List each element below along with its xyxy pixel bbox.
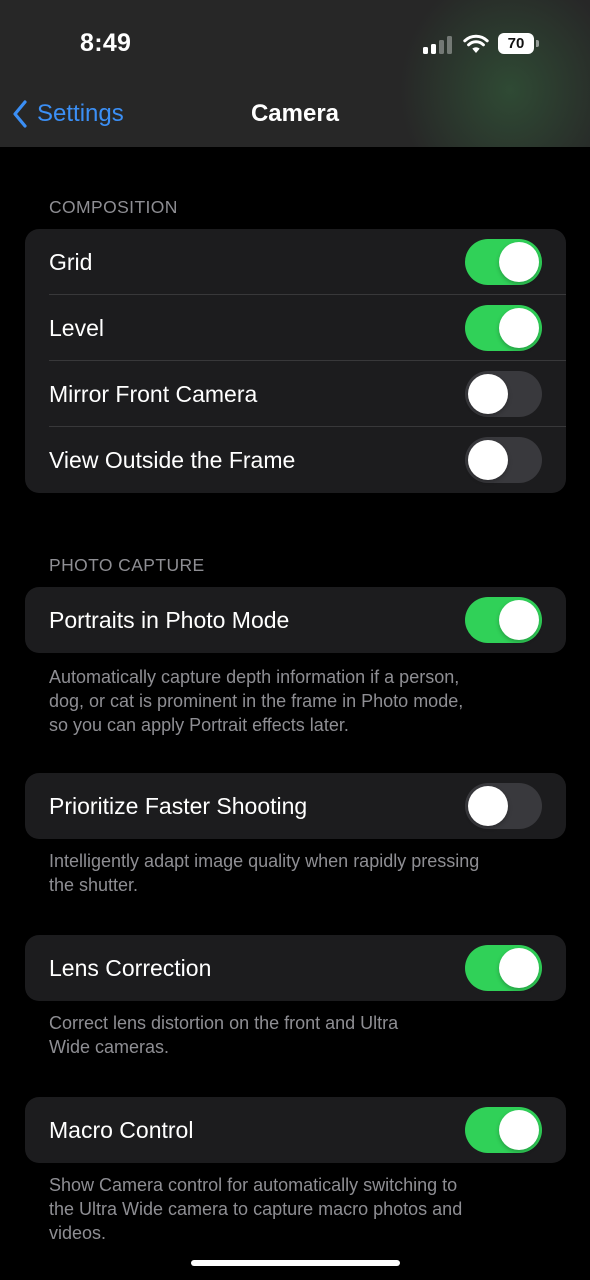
- row-label: Portraits in Photo Mode: [49, 607, 290, 633]
- section-header-photo-capture: PHOTO CAPTURE: [49, 555, 205, 575]
- row-label: Grid: [49, 249, 93, 275]
- lens-correction-footnote: Correct lens distortion on the front and…: [49, 1011, 549, 1059]
- status-time: 8:49: [80, 29, 132, 57]
- settings-row-level: Level: [25, 295, 566, 361]
- footnote-line: Automatically capture depth information …: [49, 667, 460, 687]
- wifi-icon: [463, 34, 489, 53]
- footnote-line: Correct lens distortion on the front and…: [49, 1013, 399, 1033]
- settings-row-mirror-front-camera: Mirror Front Camera: [25, 361, 566, 427]
- row-label: View Outside the Frame: [49, 447, 296, 473]
- footnote-line: Wide cameras.: [49, 1037, 170, 1057]
- footnote-line: the Ultra Wide camera to capture macro p…: [49, 1199, 463, 1219]
- settings-row-view-outside-frame: View Outside the Frame: [25, 427, 566, 493]
- settings-row-macro-control: Macro Control: [25, 1097, 566, 1163]
- battery-icon: 70: [498, 33, 534, 54]
- mirror-front-camera-toggle[interactable]: [465, 371, 542, 417]
- view-outside-frame-toggle[interactable]: [465, 437, 542, 483]
- toggle-knob: [468, 374, 508, 414]
- faster-shooting-footnote: Intelligently adapt image quality when r…: [49, 849, 549, 897]
- page-title: Camera: [250, 100, 340, 127]
- portraits-group: Portraits in Photo Mode: [25, 587, 566, 653]
- footnote-line: videos.: [49, 1223, 107, 1243]
- row-label: Lens Correction: [49, 955, 212, 981]
- row-label: Macro Control: [49, 1117, 194, 1143]
- macro-control-group: Macro Control: [25, 1097, 566, 1163]
- home-indicator: [191, 1260, 400, 1266]
- level-toggle[interactable]: [465, 305, 542, 351]
- lens-correction-toggle[interactable]: [465, 945, 542, 991]
- toggle-knob: [499, 242, 539, 282]
- navigation-header: 8:49 70 Settings Camera: [0, 0, 590, 147]
- toggle-knob: [468, 786, 508, 826]
- footnote-line: Show Camera control for automatically sw…: [49, 1175, 458, 1195]
- macro-control-toggle[interactable]: [465, 1107, 542, 1153]
- settings-row-portraits-in-photo-mode: Portraits in Photo Mode: [25, 587, 566, 653]
- composition-group: Grid Level Mirror Front Camera View Outs…: [25, 229, 566, 493]
- footnote-line: so you can apply Portrait effects later.: [49, 715, 349, 735]
- footnote-line: dog, or cat is prominent in the frame in…: [49, 691, 464, 711]
- toggle-knob: [499, 948, 539, 988]
- row-label: Prioritize Faster Shooting: [49, 793, 308, 819]
- cellular-signal-icon: [423, 36, 453, 54]
- grid-toggle[interactable]: [465, 239, 542, 285]
- faster-shooting-group: Prioritize Faster Shooting: [25, 773, 566, 839]
- footnote-line: Intelligently adapt image quality when r…: [49, 851, 480, 871]
- settings-row-lens-correction: Lens Correction: [25, 935, 566, 1001]
- toggle-knob: [499, 600, 539, 640]
- portraits-in-photo-mode-toggle[interactable]: [465, 597, 542, 643]
- battery-tip: [536, 40, 539, 47]
- row-label: Mirror Front Camera: [49, 381, 258, 407]
- portraits-footnote: Automatically capture depth information …: [49, 665, 549, 737]
- settings-row-prioritize-faster-shooting: Prioritize Faster Shooting: [25, 773, 566, 839]
- settings-row-grid: Grid: [25, 229, 566, 295]
- section-header-composition: COMPOSITION: [49, 197, 178, 217]
- footnote-line: the shutter.: [49, 875, 139, 895]
- toggle-knob: [499, 1110, 539, 1150]
- macro-control-footnote: Show Camera control for automatically sw…: [49, 1173, 549, 1245]
- row-label: Level: [49, 315, 104, 341]
- toggle-knob: [499, 308, 539, 348]
- lens-correction-group: Lens Correction: [25, 935, 566, 1001]
- prioritize-faster-shooting-toggle[interactable]: [465, 783, 542, 829]
- toggle-knob: [468, 440, 508, 480]
